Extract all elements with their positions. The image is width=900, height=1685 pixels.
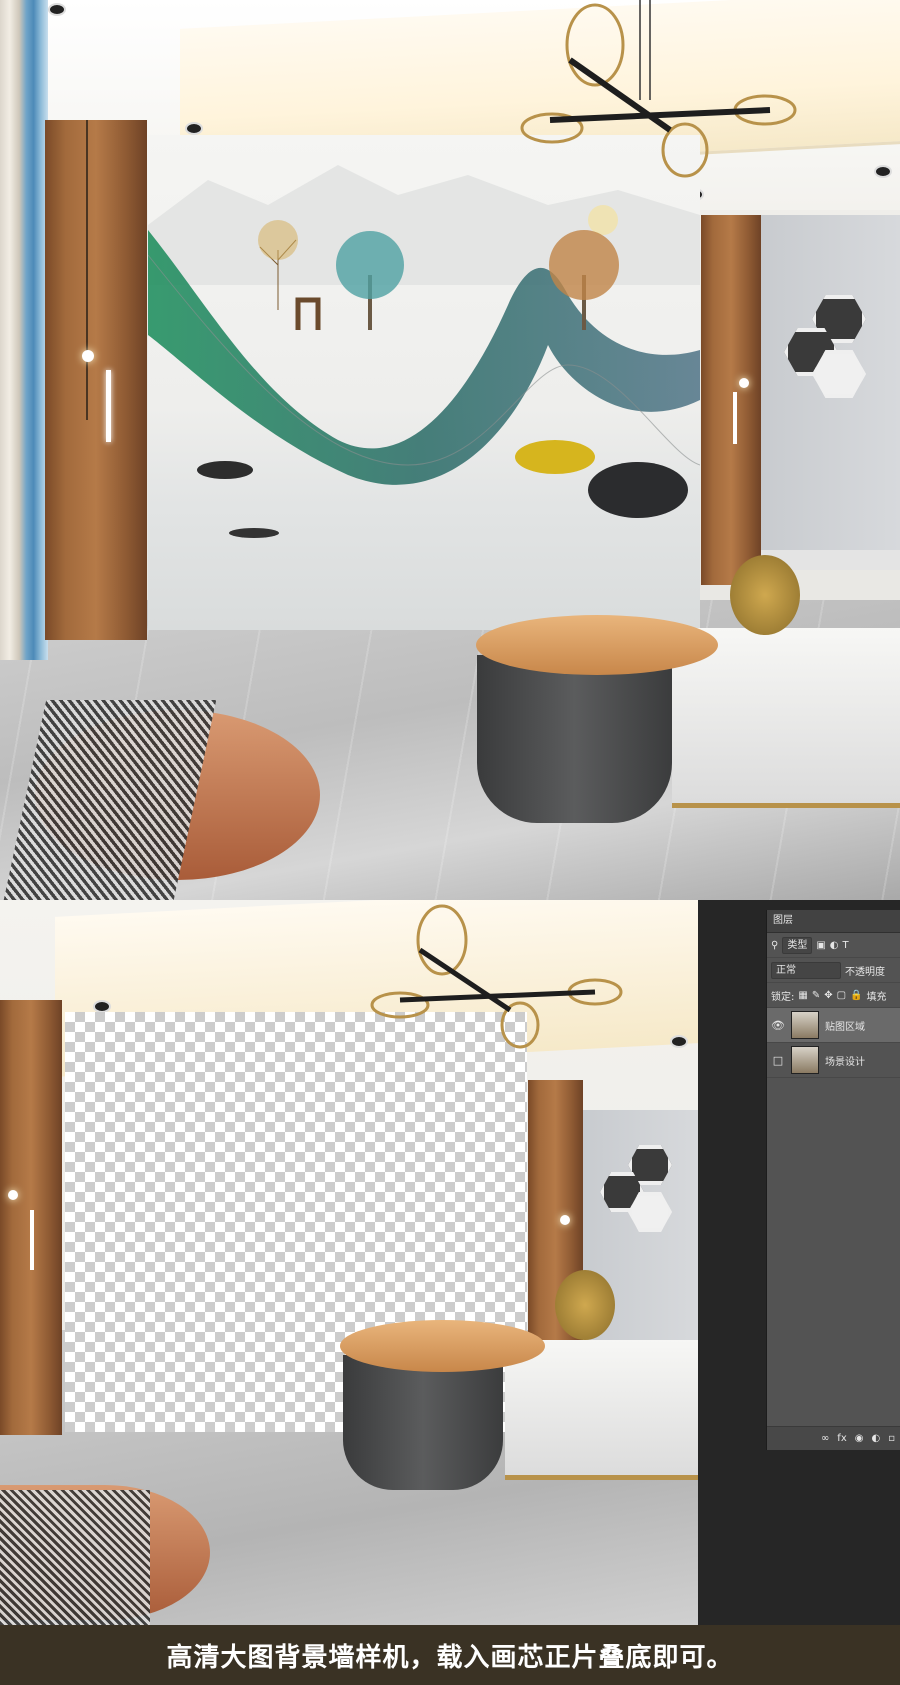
pendant-cord bbox=[86, 120, 88, 420]
round-table-base bbox=[477, 655, 672, 823]
vase-with-flowers bbox=[555, 1270, 615, 1340]
wall-lamp-orb bbox=[82, 350, 94, 362]
layer-row[interactable]: 👁 贴图区域 bbox=[767, 1008, 900, 1043]
round-table-top bbox=[340, 1320, 545, 1372]
blend-row: 正常 不透明度 bbox=[767, 958, 900, 983]
downlight bbox=[48, 3, 66, 16]
layers-footer: ∞ fx ◉ ◐ ▫ bbox=[767, 1426, 900, 1450]
mural-artwork bbox=[148, 165, 700, 538]
wall-lamp-orb bbox=[8, 1190, 18, 1200]
opacity-label: 不透明度 bbox=[845, 966, 885, 978]
wall-lamp-orb bbox=[739, 378, 749, 388]
lock-artboard-icon[interactable]: ▢ bbox=[837, 990, 846, 1001]
layer-name: 场景设计 bbox=[825, 1056, 865, 1068]
chandelier bbox=[370, 904, 623, 1049]
search-icon: ⚲ bbox=[771, 939, 779, 951]
fill-label: 填充 bbox=[866, 991, 887, 1003]
lock-label: 锁定: bbox=[771, 991, 795, 1003]
filter-kind-select[interactable]: 类型 bbox=[782, 936, 813, 954]
layer-thumbnail bbox=[791, 1011, 819, 1039]
eye-icon[interactable]: 👁 bbox=[771, 1019, 785, 1032]
layers-tab-label: 图层 bbox=[773, 915, 793, 926]
wall-lamp-tube bbox=[106, 370, 111, 442]
caption-bar: 高清大图背景墙样机，载入画芯正片叠底即可。 bbox=[0, 1625, 900, 1685]
landscape-mural bbox=[148, 135, 700, 630]
layer-row[interactable]: □ 场景设计 bbox=[767, 1043, 900, 1078]
caption-text: 高清大图背景墙样机，载入画芯正片叠底即可。 bbox=[166, 1642, 734, 1673]
houndstooth-throw bbox=[0, 1490, 150, 1625]
downlight bbox=[874, 165, 892, 178]
layers-panel: 图层 ⚲ 类型 ▣ ◐ T 正常 不透明度 锁定: ▦ ✎ ✥ ▢ 🔒 填充 👁… bbox=[766, 910, 900, 1450]
lock-row: 锁定: ▦ ✎ ✥ ▢ 🔒 填充 bbox=[767, 983, 900, 1008]
layers-tab[interactable]: 图层 bbox=[767, 910, 900, 933]
image-filter-icon[interactable]: ▣ bbox=[816, 940, 825, 951]
visibility-toggle[interactable]: □ bbox=[771, 1054, 785, 1067]
lock-all-icon[interactable]: 🔒 bbox=[850, 990, 862, 1001]
mask-icon[interactable]: ◉ bbox=[855, 1433, 864, 1444]
mockup-scene bbox=[0, 900, 698, 1625]
folder-icon[interactable]: ▫ bbox=[888, 1433, 895, 1444]
filter-row: ⚲ 类型 ▣ ◐ T bbox=[767, 933, 900, 958]
lock-transparency-icon[interactable]: ▦ bbox=[798, 990, 807, 1001]
wood-panel-right bbox=[701, 215, 761, 585]
rendered-room-scene bbox=[0, 0, 900, 900]
round-table-base bbox=[343, 1355, 503, 1490]
wood-panel-left bbox=[45, 120, 147, 640]
adjustment-icon[interactable]: ◐ bbox=[871, 1433, 880, 1444]
wall-lamp-tube bbox=[733, 392, 737, 444]
layer-thumbnail bbox=[791, 1046, 819, 1074]
wall-lamp-orb bbox=[560, 1215, 570, 1225]
link-icon[interactable]: ∞ bbox=[821, 1433, 829, 1444]
wall-lamp-tube bbox=[30, 1210, 34, 1270]
lock-move-icon[interactable]: ✥ bbox=[824, 990, 832, 1001]
lock-brush-icon[interactable]: ✎ bbox=[812, 990, 820, 1001]
downlight bbox=[185, 122, 203, 135]
vase-with-flowers bbox=[730, 555, 800, 635]
fx-icon[interactable]: fx bbox=[837, 1433, 846, 1444]
curtain bbox=[0, 0, 48, 660]
marble-coffee-table bbox=[505, 1340, 698, 1480]
blend-mode-select[interactable]: 正常 bbox=[771, 961, 841, 979]
downlight bbox=[670, 1035, 688, 1048]
adjustment-filter-icon[interactable]: ◐ bbox=[830, 940, 839, 951]
round-table-top bbox=[476, 615, 718, 675]
type-filter-icon[interactable]: T bbox=[843, 940, 849, 951]
chandelier bbox=[520, 0, 797, 178]
layer-name: 贴图区域 bbox=[825, 1021, 865, 1033]
